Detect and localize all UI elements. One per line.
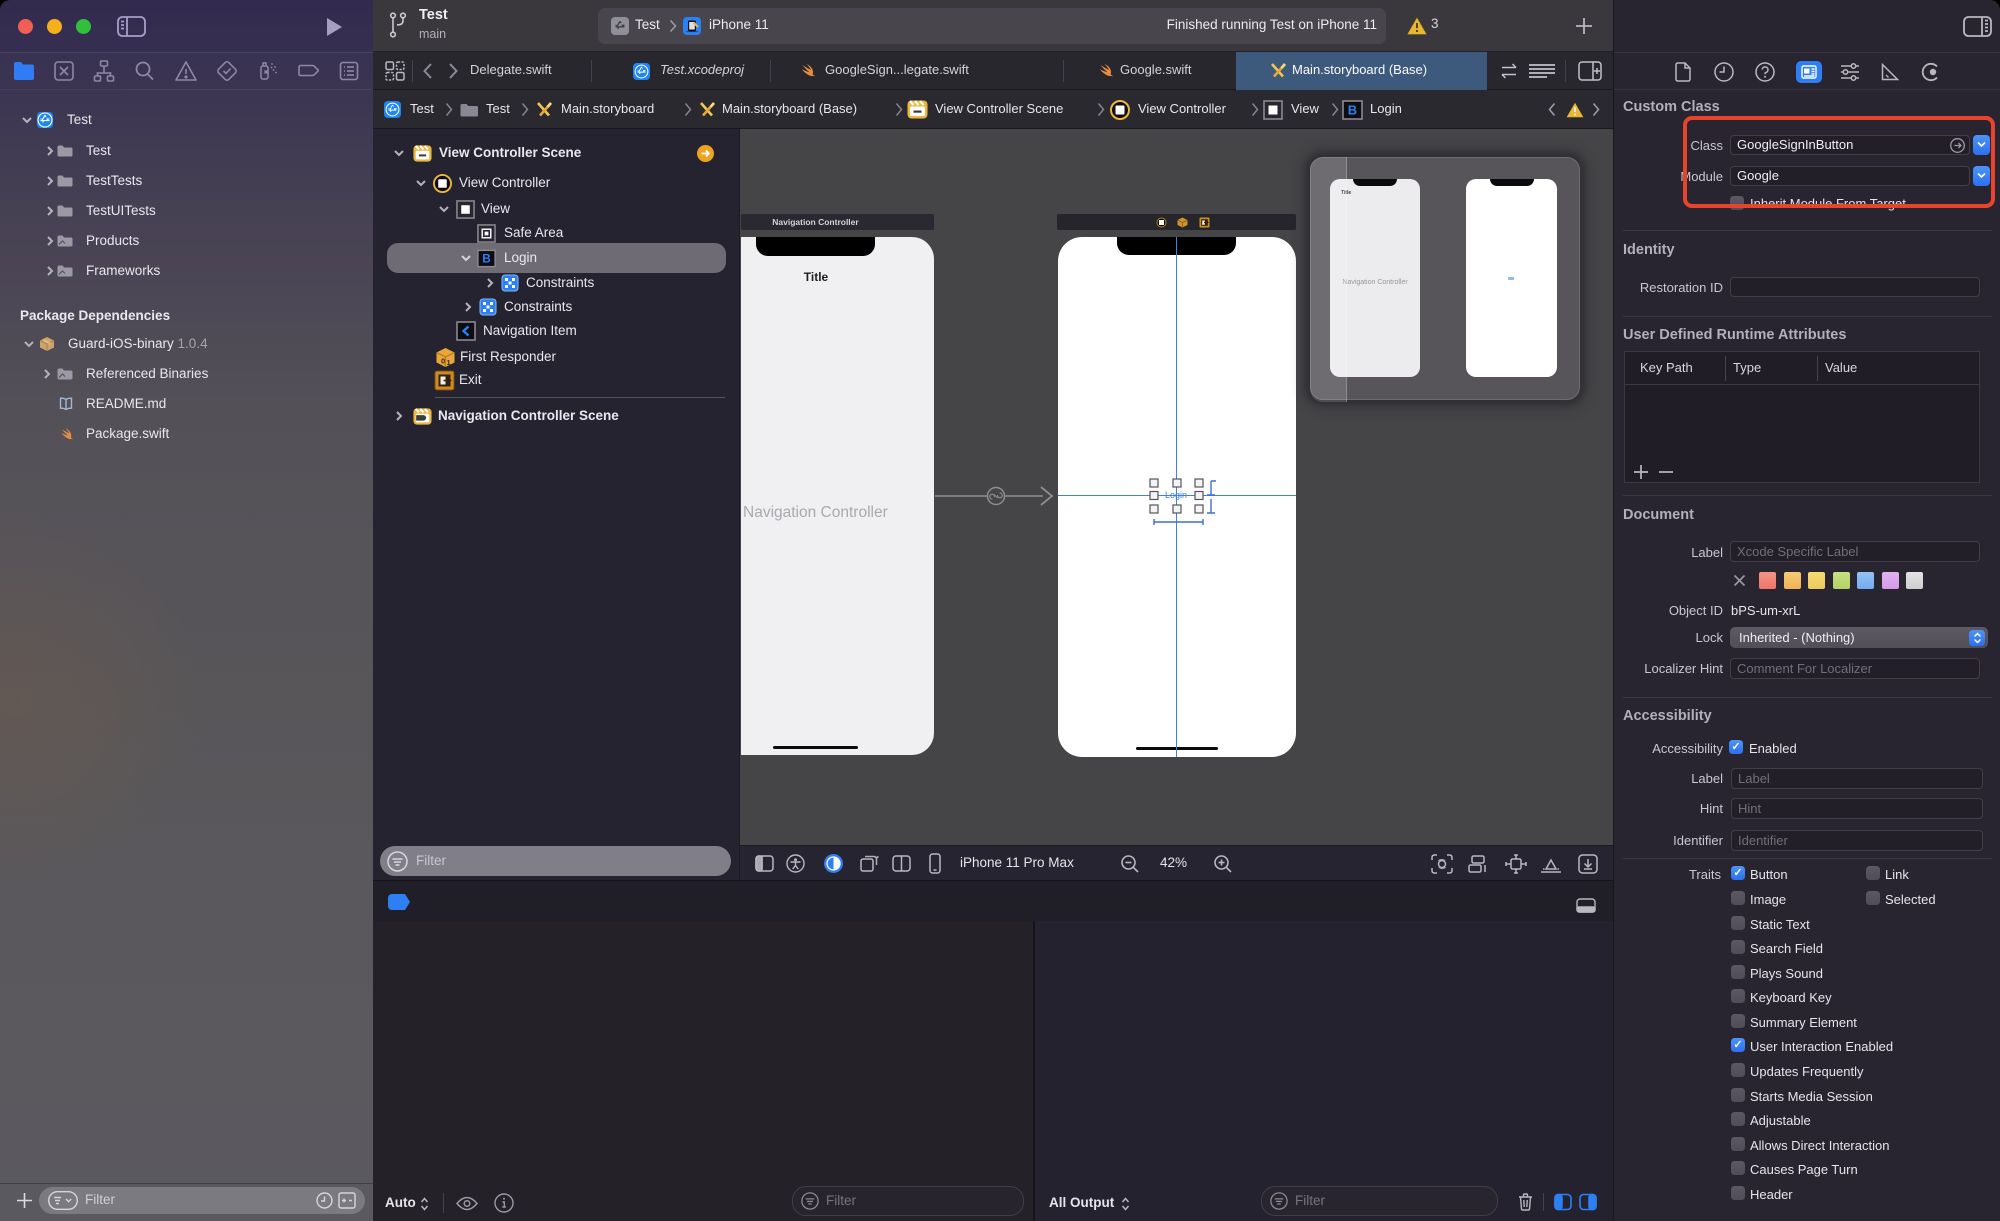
svg-text:B: B	[482, 253, 491, 266]
svg-text:0: 0	[441, 357, 445, 366]
svg-text:B: B	[1348, 103, 1357, 118]
